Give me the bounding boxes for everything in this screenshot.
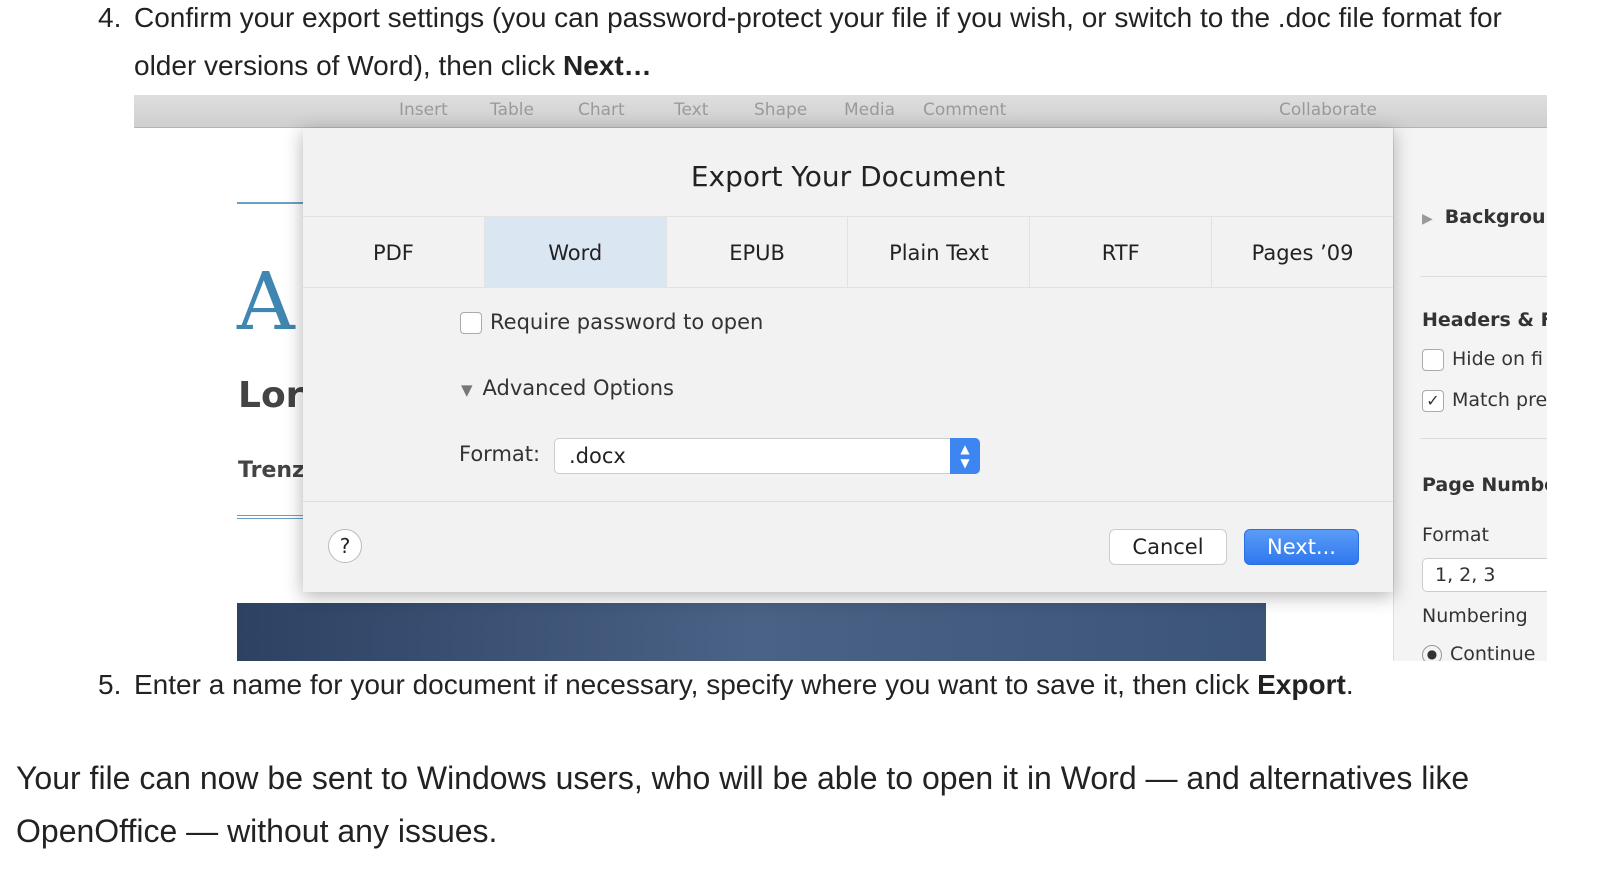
next-button[interactable]: Next...: [1244, 529, 1359, 565]
format-tabs: PDF Word EPUB Plain Text RTF Pages ’09: [303, 216, 1393, 288]
doc-subheading: Trenz: [238, 458, 305, 483]
step-5: 5. Enter a name for your document if nec…: [98, 661, 1574, 709]
tab-plain-text[interactable]: Plain Text: [848, 217, 1031, 287]
disclosure-triangle-icon: ▶: [1422, 211, 1433, 227]
format-label: Format: [1422, 524, 1489, 546]
divider: [1420, 276, 1547, 277]
toolbar-insert[interactable]: Insert: [399, 100, 448, 120]
pages-screenshot: Insert Table Chart Text Shape Media Comm…: [134, 95, 1547, 661]
checkbox-icon: [1422, 348, 1444, 371]
toolbar: Insert Table Chart Text Shape Media Comm…: [134, 95, 1547, 128]
toolbar-chart[interactable]: Chart: [578, 100, 625, 120]
checkbox-icon: [460, 312, 482, 334]
toolbar-table[interactable]: Table: [490, 100, 534, 120]
disclosure-triangle-down-icon: ▼: [461, 381, 473, 399]
format-sidebar: ▶ Backgrou Headers & F Hide on fi ✓ Match …: [1393, 128, 1547, 661]
step-number: 4.: [98, 2, 122, 33]
step-text: Enter a name for your document if necess…: [134, 669, 1258, 700]
toolbar-collaborate[interactable]: Collaborate: [1279, 100, 1377, 120]
format-select[interactable]: .docx ▲ ▼: [554, 438, 980, 474]
step-number: 5.: [98, 669, 122, 700]
tab-epub[interactable]: EPUB: [667, 217, 849, 287]
cancel-button[interactable]: Cancel: [1109, 529, 1227, 565]
toolbar-comment[interactable]: Comment: [923, 100, 1006, 120]
hide-first-checkbox[interactable]: Hide on fi: [1422, 348, 1543, 371]
background-section[interactable]: ▶ Backgrou: [1422, 206, 1546, 228]
password-checkbox[interactable]: Require password to open: [460, 310, 763, 334]
divider: [303, 501, 1393, 502]
conclusion-paragraph: Your file can now be sent to Windows use…: [16, 760, 1470, 849]
step-bold: Next…: [562, 50, 652, 81]
checkmark-icon: ✓: [1422, 389, 1444, 412]
dialog-title: Export Your Document: [690, 160, 1006, 193]
tab-word[interactable]: Word: [484, 217, 667, 287]
continue-radio[interactable]: ● Continue: [1422, 643, 1535, 661]
toolbar-text[interactable]: Text: [674, 100, 708, 120]
step-text: Confirm your export settings (you can pa…: [134, 2, 1502, 81]
divider: [237, 202, 307, 204]
match-previous-checkbox[interactable]: ✓ Match pre: [1422, 389, 1547, 412]
number-format-select[interactable]: 1, 2, 3: [1422, 558, 1547, 592]
tab-pages-09[interactable]: Pages ’09: [1212, 217, 1393, 287]
toolbar-shape[interactable]: Shape: [754, 100, 807, 120]
format-label: Format:: [459, 442, 541, 466]
headers-heading: Headers & F: [1422, 309, 1547, 331]
step-bold: Export: [1257, 669, 1346, 700]
help-button[interactable]: ?: [328, 529, 362, 563]
doc-heading: Lor: [238, 375, 304, 416]
document-image: [237, 603, 1266, 661]
advanced-options-toggle[interactable]: ▼ Advanced Options: [461, 376, 674, 400]
radio-icon: ●: [1422, 644, 1442, 661]
divider: [237, 515, 307, 519]
drop-cap: A: [237, 255, 295, 348]
export-dialog: Export Your Document PDF Word EPUB Plain…: [303, 128, 1393, 592]
stepper-arrows-icon: ▲ ▼: [950, 438, 980, 474]
toolbar-media[interactable]: Media: [844, 100, 895, 120]
step-4: 4. Confirm your export settings (you can…: [98, 0, 1554, 90]
numbering-label: Numbering: [1422, 605, 1528, 627]
divider: [1420, 438, 1547, 439]
tab-pdf[interactable]: PDF: [303, 217, 485, 287]
page-numbers-heading: Page Numbe: [1422, 474, 1547, 496]
tab-rtf[interactable]: RTF: [1030, 217, 1213, 287]
